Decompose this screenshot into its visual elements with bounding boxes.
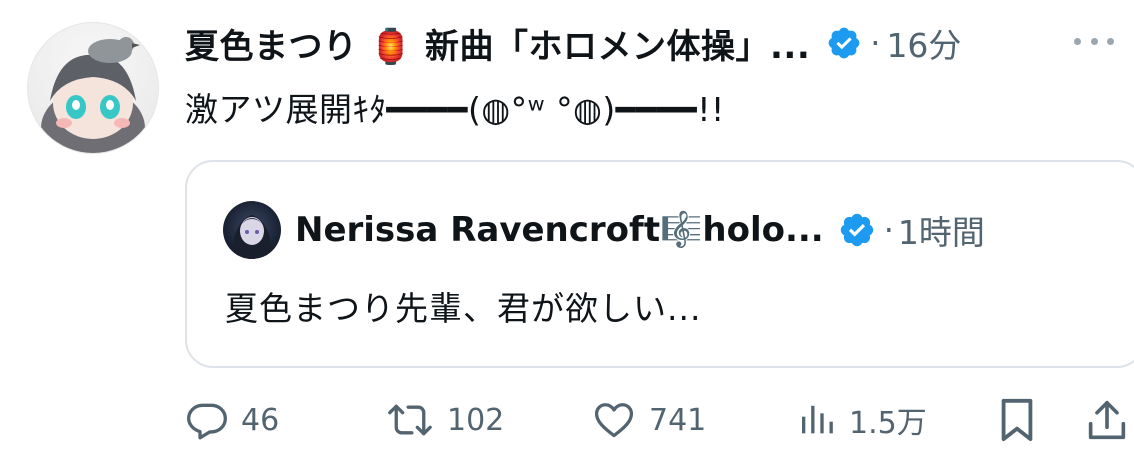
quoted-post[interactable]: Nerissa Ravencroft🎼holo... · 1時間 夏色まつり先輩…: [185, 160, 1134, 368]
verified-icon: [840, 213, 873, 247]
repost-icon: [388, 404, 432, 436]
like-button[interactable]: 741: [591, 392, 706, 448]
reply-button[interactable]: 46: [185, 392, 279, 448]
avatar-illustration: [41, 37, 145, 153]
reply-icon: [187, 403, 227, 440]
author-name[interactable]: 夏色まつり 🏮 新曲「ホロメン体操」...: [185, 19, 810, 68]
verified-icon: [828, 27, 860, 59]
more-icon[interactable]: [1074, 26, 1114, 56]
bookmark-button[interactable]: [997, 392, 1037, 448]
action-bar: 46 102 741 1.5万: [185, 392, 1130, 448]
repost-count: 102: [447, 402, 505, 438]
post-time[interactable]: 16分: [886, 19, 961, 67]
author-avatar[interactable]: [27, 22, 159, 154]
like-count: 741: [649, 402, 707, 438]
quoted-post-time: 1時間: [897, 213, 985, 252]
quoted-post-header: Nerissa Ravencroft🎼holo... · 1時間: [223, 201, 1123, 259]
quoted-post-text: 夏色まつり先輩、君が欲しい...: [225, 289, 702, 328]
share-button[interactable]: [1087, 392, 1127, 448]
quoted-avatar-illustration: [231, 215, 273, 259]
quoted-author-name: Nerissa Ravencroft🎼holo...: [295, 210, 824, 250]
separator-dot: ·: [870, 24, 881, 62]
share-icon: [1088, 400, 1126, 440]
post-header: 夏色まつり 🏮 新曲「ホロメン体操」... · 16分: [185, 18, 1114, 68]
views-count: 1.5万: [849, 406, 927, 441]
reply-count: 46: [241, 402, 280, 438]
views-button[interactable]: 1.5万: [797, 392, 927, 448]
repost-button[interactable]: 102: [385, 392, 504, 448]
views-icon: [802, 405, 833, 434]
like-icon: [594, 403, 634, 438]
quoted-author-avatar: [223, 201, 281, 259]
post-text: 激アツ展開ｷﾀ━━━━(◍°ʷ °◍)━━━━!!: [185, 90, 725, 129]
bookmark-icon: [1001, 398, 1033, 442]
separator-dot: ·: [883, 211, 894, 249]
